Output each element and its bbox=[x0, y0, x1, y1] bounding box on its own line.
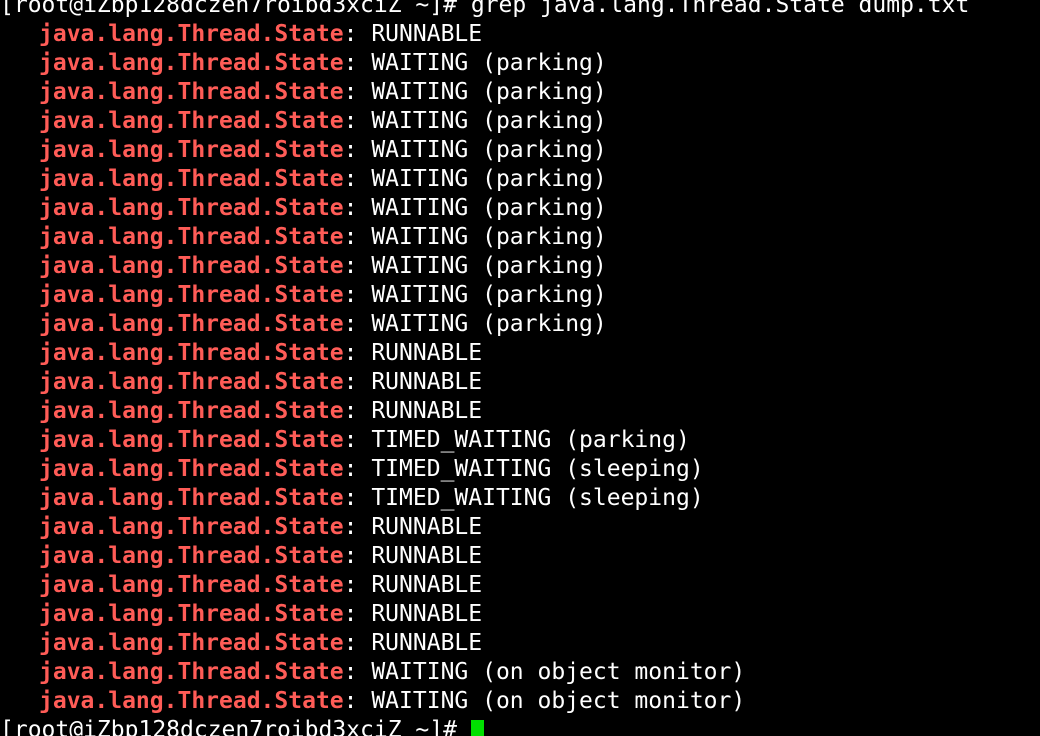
match-highlight: java.lang.Thread.State bbox=[39, 630, 344, 656]
output-line: java.lang.Thread.State: WAITING (parking… bbox=[0, 252, 1040, 281]
match-highlight: java.lang.Thread.State bbox=[39, 340, 344, 366]
match-highlight: java.lang.Thread.State bbox=[39, 398, 344, 424]
match-highlight: java.lang.Thread.State bbox=[39, 311, 344, 337]
match-highlight: java.lang.Thread.State bbox=[39, 224, 344, 250]
text-cursor bbox=[470, 720, 484, 736]
active-prompt-line[interactable]: [root@iZbp128dczen7roibd3xciZ ~]# bbox=[0, 716, 1040, 736]
output-line: java.lang.Thread.State: WAITING (on obje… bbox=[0, 658, 1040, 687]
terminal-window[interactable]: [root@iZbp128dczen7roibd3xciZ ~]# grep j… bbox=[0, 0, 1040, 736]
command-text: grep java.lang.Thread.State dump.txt bbox=[470, 0, 970, 18]
output-line: java.lang.Thread.State: RUNNABLE bbox=[0, 600, 1040, 629]
thread-state-value: : WAITING (parking) bbox=[343, 108, 607, 134]
thread-state-value: : RUNNABLE bbox=[343, 601, 483, 627]
thread-state-value: : WAITING (parking) bbox=[343, 195, 607, 221]
match-highlight: java.lang.Thread.State bbox=[39, 427, 344, 453]
thread-state-value: : RUNNABLE bbox=[343, 369, 483, 395]
match-highlight: java.lang.Thread.State bbox=[39, 514, 344, 540]
terminal-output: [root@iZbp128dczen7roibd3xciZ ~]# grep j… bbox=[0, 0, 1040, 736]
match-highlight: java.lang.Thread.State bbox=[39, 50, 344, 76]
thread-state-value: : TIMED_WAITING (sleeping) bbox=[343, 456, 704, 482]
match-highlight: java.lang.Thread.State bbox=[39, 369, 344, 395]
thread-state-value: : WAITING (parking) bbox=[343, 166, 607, 192]
thread-state-value: : TIMED_WAITING (parking) bbox=[343, 427, 690, 453]
output-line: java.lang.Thread.State: WAITING (parking… bbox=[0, 281, 1040, 310]
output-line: java.lang.Thread.State: WAITING (parking… bbox=[0, 194, 1040, 223]
output-line: java.lang.Thread.State: RUNNABLE bbox=[0, 20, 1040, 49]
thread-state-value: : RUNNABLE bbox=[343, 514, 483, 540]
shell-prompt-active: [root@iZbp128dczen7roibd3xciZ ~]# bbox=[0, 717, 471, 736]
output-line: java.lang.Thread.State: RUNNABLE bbox=[0, 542, 1040, 571]
thread-state-value: : WAITING (parking) bbox=[343, 253, 607, 279]
match-highlight: java.lang.Thread.State bbox=[39, 659, 344, 685]
output-line: java.lang.Thread.State: RUNNABLE bbox=[0, 629, 1040, 658]
thread-state-value: : RUNNABLE bbox=[343, 572, 483, 598]
output-line: java.lang.Thread.State: TIMED_WAITING (s… bbox=[0, 455, 1040, 484]
match-highlight: java.lang.Thread.State bbox=[39, 195, 344, 221]
thread-state-value: : RUNNABLE bbox=[343, 21, 483, 47]
match-highlight: java.lang.Thread.State bbox=[39, 253, 344, 279]
thread-state-value: : RUNNABLE bbox=[343, 398, 483, 424]
output-line: java.lang.Thread.State: RUNNABLE bbox=[0, 513, 1040, 542]
match-highlight: java.lang.Thread.State bbox=[39, 456, 344, 482]
output-line: java.lang.Thread.State: RUNNABLE bbox=[0, 339, 1040, 368]
thread-state-value: : WAITING (parking) bbox=[343, 224, 607, 250]
thread-state-value: : WAITING (on object monitor) bbox=[343, 659, 746, 685]
thread-state-value: : WAITING (parking) bbox=[343, 137, 607, 163]
output-line: java.lang.Thread.State: RUNNABLE bbox=[0, 368, 1040, 397]
match-highlight: java.lang.Thread.State bbox=[39, 166, 344, 192]
match-highlight: java.lang.Thread.State bbox=[39, 21, 344, 47]
thread-state-value: : RUNNABLE bbox=[343, 630, 483, 656]
command-line: [root@iZbp128dczen7roibd3xciZ ~]# grep j… bbox=[0, 0, 1040, 20]
match-highlight: java.lang.Thread.State bbox=[39, 688, 344, 714]
output-line: java.lang.Thread.State: WAITING (parking… bbox=[0, 310, 1040, 339]
output-line: java.lang.Thread.State: WAITING (parking… bbox=[0, 136, 1040, 165]
output-line: java.lang.Thread.State: RUNNABLE bbox=[0, 397, 1040, 426]
output-line: java.lang.Thread.State: TIMED_WAITING (p… bbox=[0, 426, 1040, 455]
match-highlight: java.lang.Thread.State bbox=[39, 543, 344, 569]
output-line: java.lang.Thread.State: WAITING (parking… bbox=[0, 165, 1040, 194]
thread-state-value: : WAITING (parking) bbox=[343, 79, 607, 105]
output-line: java.lang.Thread.State: TIMED_WAITING (s… bbox=[0, 484, 1040, 513]
output-line: java.lang.Thread.State: WAITING (parking… bbox=[0, 49, 1040, 78]
thread-state-value: : WAITING (parking) bbox=[343, 50, 607, 76]
output-line: java.lang.Thread.State: WAITING (parking… bbox=[0, 78, 1040, 107]
output-line: java.lang.Thread.State: WAITING (on obje… bbox=[0, 687, 1040, 716]
output-line: java.lang.Thread.State: RUNNABLE bbox=[0, 571, 1040, 600]
thread-state-value: : RUNNABLE bbox=[343, 543, 483, 569]
match-highlight: java.lang.Thread.State bbox=[39, 282, 344, 308]
match-highlight: java.lang.Thread.State bbox=[39, 572, 344, 598]
thread-state-value: : TIMED_WAITING (sleeping) bbox=[343, 485, 704, 511]
thread-state-value: : RUNNABLE bbox=[343, 340, 483, 366]
match-highlight: java.lang.Thread.State bbox=[39, 79, 344, 105]
match-highlight: java.lang.Thread.State bbox=[39, 137, 344, 163]
match-highlight: java.lang.Thread.State bbox=[39, 601, 344, 627]
match-highlight: java.lang.Thread.State bbox=[39, 485, 344, 511]
output-line: java.lang.Thread.State: WAITING (parking… bbox=[0, 223, 1040, 252]
match-highlight: java.lang.Thread.State bbox=[39, 108, 344, 134]
thread-state-value: : WAITING (on object monitor) bbox=[343, 688, 746, 714]
thread-state-value: : WAITING (parking) bbox=[343, 311, 607, 337]
thread-state-value: : WAITING (parking) bbox=[343, 282, 607, 308]
shell-prompt: [root@iZbp128dczen7roibd3xciZ ~]# bbox=[0, 0, 471, 18]
output-line: java.lang.Thread.State: WAITING (parking… bbox=[0, 107, 1040, 136]
grep-results: java.lang.Thread.State: RUNNABLE java.lan… bbox=[0, 20, 1040, 716]
